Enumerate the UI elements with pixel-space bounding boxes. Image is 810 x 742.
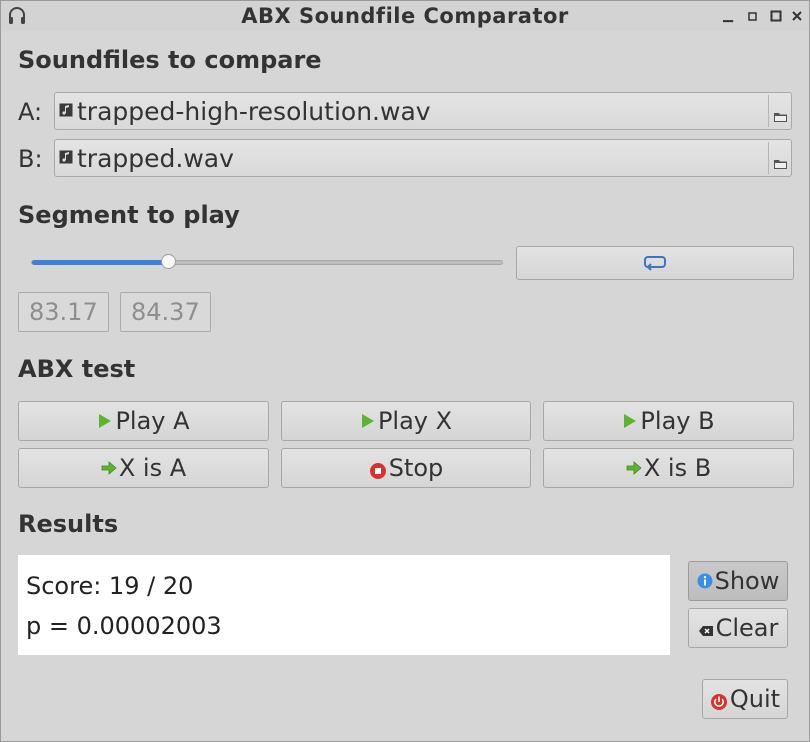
score-text: Score: 19 / 20 <box>26 572 194 600</box>
file-b-name: trapped.wav <box>77 144 234 173</box>
show-label: Show <box>714 567 780 595</box>
play-a-button[interactable]: Play A <box>18 401 269 441</box>
stop-icon <box>369 463 386 479</box>
arrow-right-icon <box>626 461 642 475</box>
segment-start-field[interactable]: 83.17 <box>18 292 109 332</box>
segment-end-field[interactable]: 84.37 <box>120 292 211 332</box>
clear-label: Clear <box>715 614 779 642</box>
minimize-icon[interactable]: ▁ <box>720 7 736 25</box>
repeat-icon <box>644 256 666 271</box>
results-heading: Results <box>18 510 119 538</box>
file-a-name: trapped-high-resolution.wav <box>77 97 431 126</box>
file-b-chooser[interactable]: trapped.wav <box>54 139 792 177</box>
file-a-chooser[interactable]: trapped-high-resolution.wav <box>54 92 792 130</box>
divider <box>768 142 769 174</box>
folder-icon <box>774 160 787 169</box>
info-icon <box>697 573 713 589</box>
play-x-label: Play X <box>377 407 453 435</box>
slider-fill <box>32 260 169 265</box>
titlebar: ABX Soundfile Comparator ▁ <box>1 1 809 31</box>
maximize-icon[interactable] <box>768 7 784 25</box>
stop-button[interactable]: Stop <box>281 448 531 488</box>
slider-handle[interactable] <box>161 254 176 269</box>
play-a-label: Play A <box>115 407 190 435</box>
divider <box>768 95 769 127</box>
play-b-label: Play B <box>640 407 715 435</box>
abx-heading: ABX test <box>18 355 136 383</box>
segment-heading: Segment to play <box>18 201 240 229</box>
quit-label: Quit <box>729 685 781 713</box>
show-button[interactable]: Show <box>688 561 788 601</box>
backspace-icon <box>698 626 713 636</box>
stop-label: Stop <box>388 454 444 482</box>
segment-slider[interactable] <box>31 260 503 265</box>
play-icon <box>361 414 374 428</box>
loop-button[interactable] <box>516 246 794 280</box>
play-icon <box>99 414 112 428</box>
x-is-a-label: X is A <box>118 454 187 482</box>
results-panel: Score: 19 / 20 p = 0.00002003 <box>18 555 670 655</box>
file-a-label: A: <box>18 98 43 126</box>
close-icon[interactable] <box>789 7 805 25</box>
play-x-button[interactable]: Play X <box>281 401 531 441</box>
folder-icon <box>774 113 787 122</box>
play-b-button[interactable]: Play B <box>543 401 794 441</box>
play-icon <box>624 414 637 428</box>
p-value-text: p = 0.00002003 <box>26 612 222 640</box>
x-is-b-label: X is B <box>643 454 712 482</box>
restore-icon[interactable] <box>745 7 761 25</box>
power-icon <box>710 694 727 710</box>
app-window: ABX Soundfile Comparator ▁ Soundfiles to… <box>0 0 810 742</box>
window-title: ABX Soundfile Comparator <box>241 4 569 28</box>
arrow-right-icon <box>101 461 117 475</box>
x-is-a-button[interactable]: X is A <box>18 448 269 488</box>
audio-file-icon <box>59 150 73 164</box>
audio-file-icon <box>59 103 73 117</box>
soundfiles-heading: Soundfiles to compare <box>18 46 322 74</box>
file-b-label: B: <box>18 145 43 173</box>
clear-button[interactable]: Clear <box>688 608 788 648</box>
quit-button[interactable]: Quit <box>702 679 788 719</box>
x-is-b-button[interactable]: X is B <box>543 448 794 488</box>
